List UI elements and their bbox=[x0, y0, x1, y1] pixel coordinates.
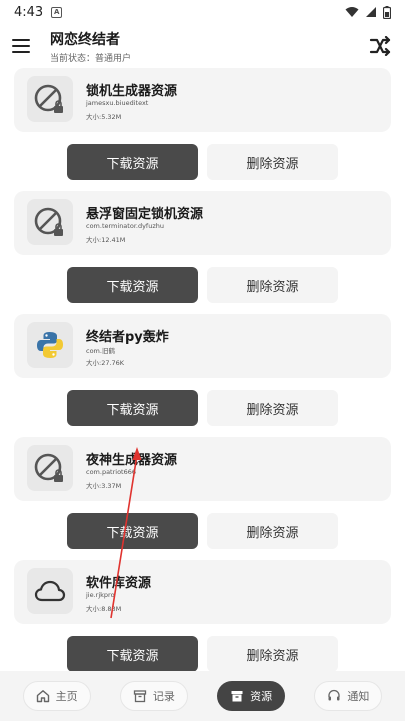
status-time: 4:43 bbox=[14, 4, 44, 20]
resource-card[interactable]: 夜神生成器资源 com.patriot666 大小:3.37M bbox=[14, 437, 391, 501]
nav-home-label: 主页 bbox=[55, 690, 78, 703]
download-button[interactable]: 下载资源 bbox=[67, 390, 198, 426]
bottom-nav: 主页 记录 资源 通知 bbox=[0, 671, 405, 721]
nav-records-label: 记录 bbox=[152, 690, 175, 703]
cloud-icon bbox=[27, 568, 73, 614]
resource-package: jamesxu.biueditext bbox=[86, 99, 149, 107]
resource-size: 大小:12.41M bbox=[86, 236, 126, 244]
resource-card[interactable]: 终结者py轰炸 com.旧鹤 大小:27.76K bbox=[14, 314, 391, 378]
delete-button[interactable]: 删除资源 bbox=[207, 267, 338, 303]
download-button[interactable]: 下载资源 bbox=[67, 144, 198, 180]
resource-package: jie.rjkpro bbox=[86, 591, 115, 599]
battery-icon bbox=[383, 5, 391, 19]
status-bar: 4:43 A bbox=[0, 0, 405, 24]
delete-button[interactable]: 删除资源 bbox=[207, 513, 338, 549]
resource-card[interactable]: 悬浮窗固定锁机资源 com.terminator.dyfuzhu 大小:12.4… bbox=[14, 191, 391, 255]
resource-size: 大小:3.37M bbox=[86, 482, 122, 490]
status-icons bbox=[345, 5, 391, 19]
python-icon bbox=[27, 322, 73, 368]
home-icon bbox=[36, 690, 49, 703]
archive-filled-icon bbox=[231, 691, 243, 702]
menu-icon[interactable] bbox=[12, 34, 36, 58]
resource-name: 悬浮窗固定锁机资源 bbox=[86, 207, 204, 222]
download-button[interactable]: 下载资源 bbox=[67, 267, 198, 303]
resource-package: com.terminator.dyfuzhu bbox=[86, 222, 164, 230]
download-button[interactable]: 下载资源 bbox=[67, 636, 198, 671]
app-subtitle: 当前状态：普通用户 bbox=[50, 53, 132, 64]
resource-name: 夜神生成器资源 bbox=[86, 453, 178, 468]
title-block: 网恋终结者 当前状态：普通用户 bbox=[50, 29, 131, 64]
resource-name: 软件库资源 bbox=[86, 576, 152, 591]
resource-size: 大小:27.76K bbox=[86, 359, 125, 367]
resource-name: 终结者py轰炸 bbox=[86, 330, 169, 345]
app-bar: 网恋终结者 当前状态：普通用户 bbox=[0, 24, 405, 68]
delete-button[interactable]: 删除资源 bbox=[207, 390, 338, 426]
archive-icon bbox=[133, 690, 147, 703]
nav-resources-label: 资源 bbox=[250, 690, 273, 703]
nav-home[interactable]: 主页 bbox=[22, 681, 91, 711]
headset-icon bbox=[328, 689, 341, 701]
signal-icon bbox=[366, 7, 376, 17]
resource-name: 锁机生成器资源 bbox=[86, 84, 178, 99]
delete-button[interactable]: 删除资源 bbox=[207, 636, 338, 671]
app-title: 网恋终结者 bbox=[50, 31, 120, 48]
nav-records[interactable]: 记录 bbox=[119, 681, 188, 711]
resource-list[interactable]: 锁机生成器资源 jamesxu.biueditext 大小:5.32M 下载资源… bbox=[0, 68, 405, 671]
download-button[interactable]: 下载资源 bbox=[67, 513, 198, 549]
resource-size: 大小:5.32M bbox=[86, 113, 122, 121]
wifi-icon bbox=[345, 7, 359, 17]
nav-notifications[interactable]: 通知 bbox=[314, 681, 383, 711]
resource-size: 大小:8.83M bbox=[86, 605, 122, 613]
resource-package: com.旧鹤 bbox=[86, 347, 115, 355]
block-lock-icon bbox=[27, 199, 73, 245]
resource-card[interactable]: 锁机生成器资源 jamesxu.biueditext 大小:5.32M bbox=[14, 68, 391, 132]
block-lock-icon bbox=[27, 76, 73, 122]
resource-package: com.patriot666 bbox=[86, 468, 137, 476]
notification-a-icon: A bbox=[51, 6, 63, 18]
shuffle-icon[interactable] bbox=[367, 33, 393, 59]
delete-button[interactable]: 删除资源 bbox=[207, 144, 338, 180]
block-lock-icon bbox=[27, 445, 73, 491]
nav-resources[interactable]: 资源 bbox=[217, 681, 286, 711]
nav-notifications-label: 通知 bbox=[347, 690, 370, 703]
resource-card[interactable]: 软件库资源 jie.rjkpro 大小:8.83M bbox=[14, 560, 391, 624]
